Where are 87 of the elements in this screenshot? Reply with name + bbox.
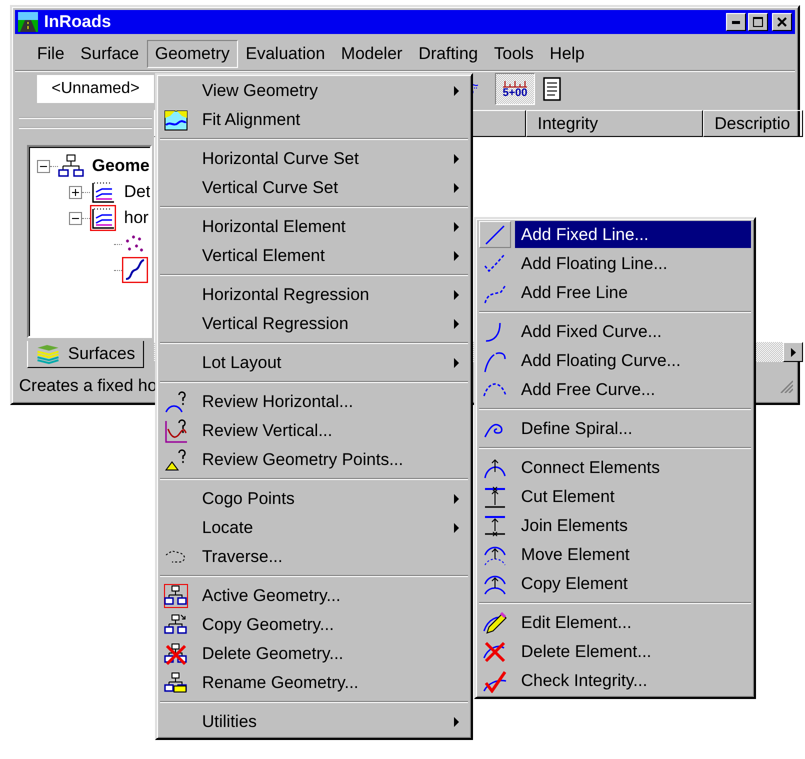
document-icon bbox=[542, 77, 562, 101]
menu-item[interactable]: Horizontal Regression bbox=[160, 280, 468, 309]
layers-icon bbox=[36, 344, 60, 364]
triangle-question-icon bbox=[164, 448, 188, 472]
menu-item[interactable]: Add Fixed Curve... bbox=[479, 317, 751, 346]
menu-item[interactable]: Add Floating Curve... bbox=[479, 346, 751, 375]
join-line-icon bbox=[483, 514, 507, 538]
pencil-icon bbox=[483, 610, 507, 634]
window-title: InRoads bbox=[44, 12, 112, 32]
menu-item[interactable]: Lot Layout bbox=[160, 348, 468, 377]
menu-item[interactable]: Copy Element bbox=[479, 569, 751, 598]
dashed-arc-icon bbox=[483, 382, 507, 396]
hierarchy-rename-icon bbox=[164, 670, 188, 694]
menu-item[interactable]: Review Vertical... bbox=[160, 416, 468, 445]
tree-item[interactable]: hor bbox=[124, 208, 149, 228]
hierarchy-icon[interactable] bbox=[58, 153, 84, 179]
resize-grip-icon[interactable] bbox=[779, 379, 793, 393]
menu-item[interactable]: Review Horizontal... bbox=[160, 387, 468, 416]
menu-title[interactable]: Evaluation bbox=[238, 40, 334, 68]
menu-item[interactable]: Edit Element... bbox=[479, 608, 751, 637]
curve-icon[interactable] bbox=[122, 257, 148, 283]
menu-item[interactable]: Cut Element bbox=[479, 482, 751, 511]
menu-item[interactable]: Define Spiral... bbox=[479, 414, 751, 443]
menu-item[interactable]: Delete Geometry... bbox=[160, 639, 468, 668]
surfaces-tab[interactable]: Surfaces bbox=[27, 341, 144, 368]
right-arrow-icon bbox=[790, 348, 796, 356]
menu-title[interactable]: Tools bbox=[486, 40, 542, 68]
collapse-toggle[interactable] bbox=[69, 212, 82, 224]
geometry-combo[interactable]: <Unnamed> bbox=[37, 75, 154, 103]
menu-item[interactable]: Vertical Curve Set bbox=[160, 173, 468, 202]
menu-item[interactable]: Add Free Curve... bbox=[479, 375, 751, 404]
minimize-button[interactable] bbox=[726, 13, 746, 31]
menu-item[interactable]: Vertical Regression bbox=[160, 309, 468, 338]
menu-title[interactable]: Drafting bbox=[410, 40, 486, 68]
menu-item[interactable]: Review Geometry Points... bbox=[160, 445, 468, 474]
delete-cross-icon bbox=[483, 640, 507, 664]
menu-title[interactable]: Help bbox=[542, 40, 593, 68]
menu-item[interactable]: Fit Alignment bbox=[160, 105, 468, 134]
menu-item[interactable]: Utilities bbox=[160, 707, 468, 736]
line-icon bbox=[483, 222, 507, 246]
menu-item[interactable]: Add Floating Line... bbox=[479, 249, 751, 278]
menu-item[interactable]: Horizontal Curve Set bbox=[160, 144, 468, 173]
menu-item[interactable]: View Geometry bbox=[160, 76, 468, 105]
menu-item[interactable]: Delete Element... bbox=[479, 637, 751, 666]
road-icon bbox=[18, 12, 38, 32]
scroll-right-button[interactable] bbox=[783, 342, 804, 362]
menu-item[interactable]: Active Geometry... bbox=[160, 581, 468, 610]
collapse-toggle[interactable] bbox=[37, 160, 50, 172]
alignment-icon[interactable] bbox=[90, 205, 116, 231]
column-header[interactable]: Integrity bbox=[526, 110, 704, 137]
dashed-loop-icon bbox=[164, 549, 188, 564]
menu-title[interactable]: Modeler bbox=[333, 40, 410, 68]
close-icon bbox=[777, 17, 787, 27]
pane-grip[interactable] bbox=[19, 117, 152, 129]
menu-item[interactable]: Connect Elements bbox=[479, 453, 751, 482]
checkmark-icon bbox=[483, 668, 507, 692]
close-button[interactable] bbox=[772, 13, 792, 31]
menu-item[interactable]: Vertical Element bbox=[160, 241, 468, 270]
minimize-icon bbox=[732, 20, 740, 24]
expand-toggle[interactable] bbox=[69, 186, 82, 198]
menu-title[interactable]: File bbox=[29, 40, 72, 68]
ruler-icon bbox=[502, 80, 528, 88]
station-tool-button[interactable]: 5+00 bbox=[495, 73, 535, 105]
column-header[interactable]: Descriptio bbox=[703, 110, 804, 137]
cut-line-icon bbox=[483, 484, 507, 508]
tree-item[interactable]: Det bbox=[124, 182, 150, 202]
tree-item[interactable]: Geome bbox=[92, 156, 150, 176]
menu-item[interactable]: Traverse... bbox=[160, 542, 468, 571]
menu-item[interactable]: Move Element bbox=[479, 540, 751, 569]
maximize-button[interactable] bbox=[748, 13, 768, 31]
menu-title[interactable]: Surface bbox=[72, 40, 147, 68]
maximize-icon bbox=[753, 17, 763, 27]
menu-title[interactable]: Geometry bbox=[147, 40, 238, 68]
graph-question-icon bbox=[164, 418, 188, 442]
menu-item[interactable]: Rename Geometry... bbox=[160, 668, 468, 697]
menu-item[interactable]: Join Elements bbox=[479, 511, 751, 540]
menu-item[interactable]: Add Free Line bbox=[479, 278, 751, 307]
menu-item[interactable]: Check Integrity... bbox=[479, 666, 751, 695]
menu-item[interactable]: Locate bbox=[160, 513, 468, 542]
hierarchy-delete-icon bbox=[164, 642, 188, 666]
alignment-chart-icon bbox=[164, 108, 188, 132]
menu-item[interactable]: Cogo Points bbox=[160, 484, 468, 513]
arc-question-icon bbox=[164, 390, 188, 414]
hierarchy-icon bbox=[164, 584, 188, 608]
hierarchy-copy-icon bbox=[164, 612, 188, 636]
menu-item[interactable]: Copy Geometry... bbox=[160, 610, 468, 639]
menu-item[interactable]: Horizontal Element bbox=[160, 212, 468, 241]
